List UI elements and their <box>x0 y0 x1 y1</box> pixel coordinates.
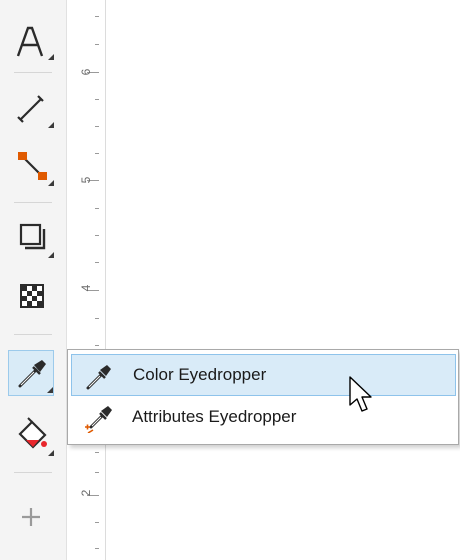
mouse-pointer-icon <box>349 376 372 412</box>
ruler-tick <box>95 44 99 45</box>
toolbox-separator <box>14 472 52 473</box>
ruler-tick <box>95 208 99 209</box>
toolbox <box>0 0 66 560</box>
paint-bucket-icon <box>18 417 54 456</box>
eyedropper-flyout-menu: Color Eyedropper Attributes Eyedropper <box>67 349 459 445</box>
connector-icon <box>18 152 54 186</box>
ruler-tick <box>95 262 99 263</box>
line-tool-button[interactable] <box>8 84 54 130</box>
toolbox-separator <box>14 202 52 203</box>
ruler-tick <box>95 345 99 346</box>
ruler-label: 2 <box>79 489 93 497</box>
text-tool-button[interactable] <box>8 18 54 64</box>
ruler-tick <box>95 126 99 127</box>
eyedropper-icon <box>86 365 111 390</box>
toolbox-separator <box>14 72 52 73</box>
ruler-label: 5 <box>79 176 93 184</box>
menu-item-label: Attributes Eyedropper <box>132 407 297 426</box>
ruler-tick <box>95 472 99 473</box>
interactive-fill-tool-button[interactable] <box>8 410 54 456</box>
transparency-tool-button[interactable] <box>8 272 54 318</box>
ruler-tick <box>95 99 99 100</box>
ruler-label: 6 <box>79 68 93 76</box>
ruler-tick <box>95 452 99 453</box>
plus-icon <box>22 508 40 526</box>
canvas-area: 6 5 4 2 Color Eyedropper Attributes Eyed… <box>0 0 460 560</box>
drop-shadow-tool-button[interactable] <box>8 214 54 260</box>
ruler-tick <box>95 16 99 17</box>
toolbox-separator <box>14 334 52 335</box>
drop-shadow-icon <box>19 223 54 258</box>
menu-item-attributes-eyedropper[interactable]: Attributes Eyedropper <box>71 397 456 439</box>
ruler-tick <box>95 235 99 236</box>
text-a-icon <box>16 26 54 60</box>
ruler-tick <box>95 318 99 319</box>
vertical-ruler[interactable]: 6 5 4 2 <box>66 0 106 560</box>
ruler-tick <box>95 153 99 154</box>
menu-item-color-eyedropper[interactable]: Color Eyedropper <box>71 354 456 396</box>
eyedropper-tool-button[interactable] <box>8 350 54 396</box>
connector-tool-button[interactable] <box>8 144 54 190</box>
eyedropper-icon <box>18 360 53 393</box>
ruler-label: 4 <box>79 284 93 292</box>
ruler-tick <box>95 548 99 549</box>
dimension-line-icon <box>17 95 54 128</box>
checkerboard-icon <box>20 284 44 308</box>
menu-item-label: Color Eyedropper <box>133 365 267 384</box>
ruler-tick <box>95 522 99 523</box>
add-tool-button[interactable] <box>8 494 54 540</box>
attributes-eyedropper-icon <box>85 406 112 433</box>
